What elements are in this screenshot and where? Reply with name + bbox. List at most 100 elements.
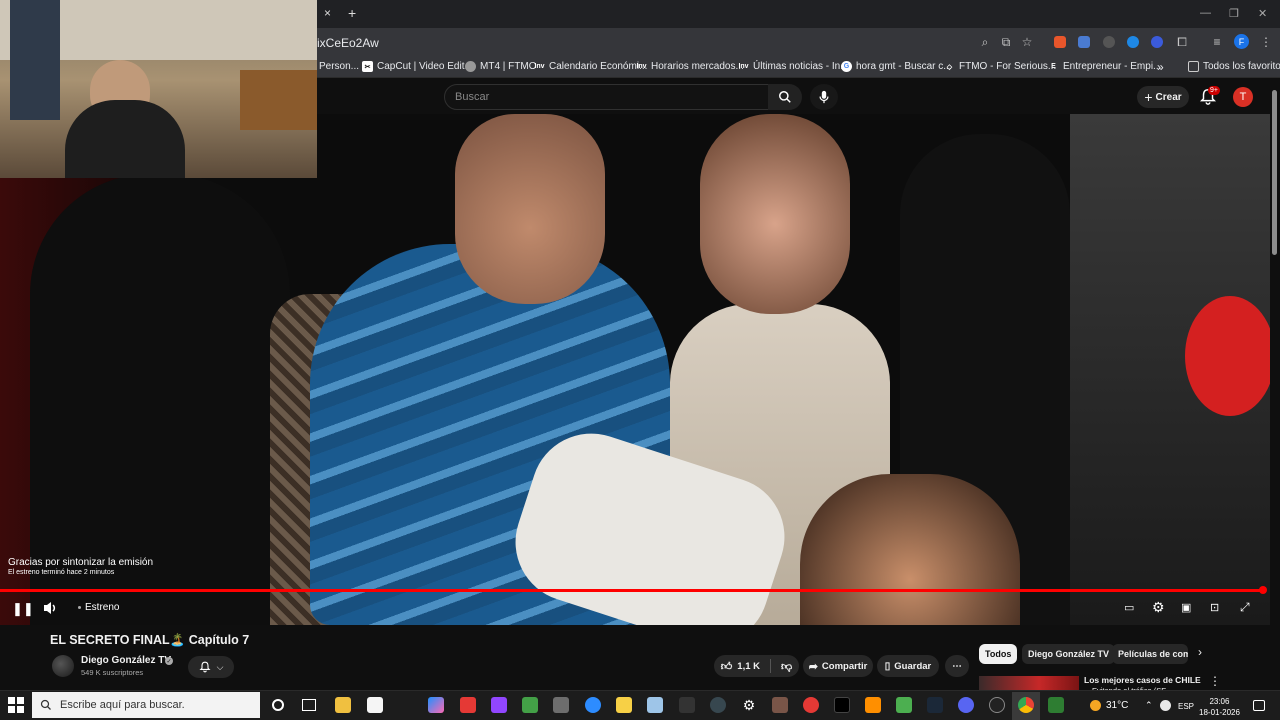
sticky-notes-icon[interactable] (616, 697, 632, 713)
bookmark-item[interactable]: ✂ CapCut | Video Edit... (362, 61, 473, 72)
app-icon[interactable] (647, 697, 663, 713)
drive-icon[interactable] (522, 697, 538, 713)
recommendation-menu-icon[interactable]: ⋮ (1209, 674, 1221, 688)
url-text[interactable]: ixCeEo2Aw (317, 36, 379, 50)
install-app-icon[interactable]: ⧉ (998, 34, 1014, 50)
task-view-icon[interactable] (302, 699, 316, 711)
pause-icon[interactable]: ❚❚ (12, 601, 34, 617)
discord-icon[interactable] (958, 697, 974, 713)
chip-peliculas[interactable]: Películas de come (1112, 644, 1188, 664)
zoom-icon[interactable]: ⌕ (977, 34, 993, 50)
sun-icon (1090, 700, 1101, 711)
zoom-icon[interactable] (585, 697, 601, 713)
app-icon[interactable] (865, 697, 881, 713)
steam-icon[interactable] (927, 697, 943, 713)
minimize-button[interactable]: — (1200, 7, 1211, 19)
app-icon[interactable] (989, 697, 1005, 713)
bookmark-item[interactable]: ◇ FTMO - For Serious... (944, 61, 1056, 72)
bookmark-item[interactable]: MT4 | FTMO (465, 61, 536, 72)
file-explorer-icon[interactable] (335, 697, 351, 713)
cast-icon[interactable]: ⊡ (1210, 601, 1219, 614)
chips-next-chevron-icon[interactable]: › (1198, 645, 1202, 659)
close-tab-icon[interactable]: × (324, 6, 331, 20)
chip-todos[interactable]: Todos (979, 644, 1018, 664)
close-window-button[interactable]: ✕ (1258, 7, 1267, 20)
scrollbar-thumb[interactable] (1272, 90, 1277, 255)
extension-circle-icon[interactable] (1151, 36, 1163, 48)
progress-scrubber[interactable] (1259, 586, 1267, 594)
voice-search-button[interactable] (810, 84, 838, 110)
video-player[interactable] (0, 114, 1270, 625)
app-icon[interactable] (460, 697, 476, 713)
all-bookmarks-button[interactable]: Todos los favoritos (1188, 61, 1280, 72)
reading-list-icon[interactable]: ≡ (1209, 34, 1225, 50)
minecraft-icon[interactable] (896, 697, 912, 713)
app-icon[interactable] (710, 697, 726, 713)
fullscreen-icon[interactable]: ⤢ (1240, 600, 1250, 615)
browser-menu-icon[interactable]: ⋮ (1258, 34, 1274, 50)
system-clock[interactable]: 23:06 18-01-2026 (1199, 696, 1240, 718)
weather-widget[interactable]: 31°C (1090, 700, 1128, 711)
recommendation-thumbnail[interactable] (979, 676, 1079, 690)
miniplayer-icon[interactable]: ▣ (1181, 601, 1191, 614)
bookmark-item[interactable]: Person... (319, 61, 359, 72)
bookmark-item[interactable]: Inv Últimas noticias - In... (738, 61, 848, 72)
channel-name[interactable]: Diego González TV (81, 655, 171, 666)
bookmark-item[interactable]: Inv Horarios mercados... (636, 61, 744, 72)
windows-start-icon[interactable] (8, 697, 24, 713)
twitch-icon[interactable] (491, 697, 507, 713)
settings-gear-icon[interactable]: ⚙ (1152, 599, 1165, 616)
app-icon[interactable] (679, 697, 695, 713)
app-icon[interactable] (1048, 697, 1064, 713)
profile-avatar[interactable]: F (1234, 34, 1249, 49)
bookmark-item[interactable]: E Entrepreneur - Empi... (1048, 61, 1161, 72)
chrome-icon[interactable] (1018, 697, 1034, 713)
extension-translate-icon[interactable] (1078, 36, 1090, 48)
bookmark-item[interactable]: Inv Calendario Económi... (534, 61, 647, 72)
bookmark-star-icon[interactable]: ☆ (1019, 34, 1035, 50)
all-bookmarks-label: Todos los favoritos (1203, 61, 1280, 72)
volume-icon[interactable] (43, 601, 59, 615)
input-language[interactable]: ESP (1178, 702, 1194, 711)
channel-avatar[interactable] (52, 655, 74, 677)
tiktok-icon[interactable] (834, 697, 850, 713)
bookmark-label: Horarios mercados... (651, 61, 744, 72)
more-actions-button[interactable]: ⋯ (945, 655, 969, 677)
like-button[interactable]: 👍︎ 1,1 K (721, 660, 760, 673)
search-input[interactable] (445, 85, 768, 109)
create-button[interactable]: + Crear (1137, 86, 1189, 108)
bookmarks-more-button[interactable]: » (1157, 60, 1164, 74)
dislike-button[interactable]: 👎︎ (781, 660, 792, 673)
extension-vpn-icon[interactable] (1127, 36, 1139, 48)
network-icon[interactable] (1160, 700, 1171, 711)
opera-icon[interactable] (803, 697, 819, 713)
account-avatar[interactable]: T (1233, 87, 1253, 107)
save-button[interactable]: ▯ Guardar (877, 655, 939, 677)
bookmark-item[interactable]: Ghora gmt - Buscar c... (841, 61, 952, 72)
tray-chevron-icon[interactable]: ⌃ (1145, 700, 1153, 711)
progress-bar[interactable] (0, 589, 1264, 592)
chip-channel[interactable]: Diego González TV (1022, 644, 1116, 664)
extension-fox-icon[interactable] (1054, 36, 1066, 48)
webcam-furniture (240, 70, 317, 130)
new-tab-button[interactable]: + (348, 5, 356, 21)
extension-gear-icon[interactable] (1103, 36, 1115, 48)
caption-subtitle: El estreno terminó hace 2 minutos (8, 569, 115, 576)
restore-button[interactable]: ❐ (1229, 7, 1239, 20)
share-button[interactable]: ➦ Compartir (803, 655, 873, 677)
extensions-puzzle-icon[interactable]: ⧠ (1174, 34, 1190, 50)
search-box[interactable] (444, 84, 769, 110)
app-icon[interactable] (428, 697, 444, 713)
search-icon (779, 91, 791, 103)
cortana-icon[interactable] (272, 699, 284, 711)
search-button[interactable] (768, 84, 802, 110)
subscription-bell-button[interactable]: ⌵ (188, 656, 234, 678)
app-icon[interactable] (772, 697, 788, 713)
subtitles-icon[interactable]: ▭ (1124, 601, 1134, 614)
recommendation-title[interactable]: Los mejores casos de CHILE (1084, 675, 1201, 685)
taskbar-search-box[interactable]: Escribe aquí para buscar. (32, 692, 260, 718)
settings-gear-icon[interactable]: ⚙ (741, 697, 757, 713)
notepad-icon[interactable] (367, 697, 383, 713)
app-icon[interactable] (553, 697, 569, 713)
notifications-icon[interactable] (1253, 700, 1265, 711)
